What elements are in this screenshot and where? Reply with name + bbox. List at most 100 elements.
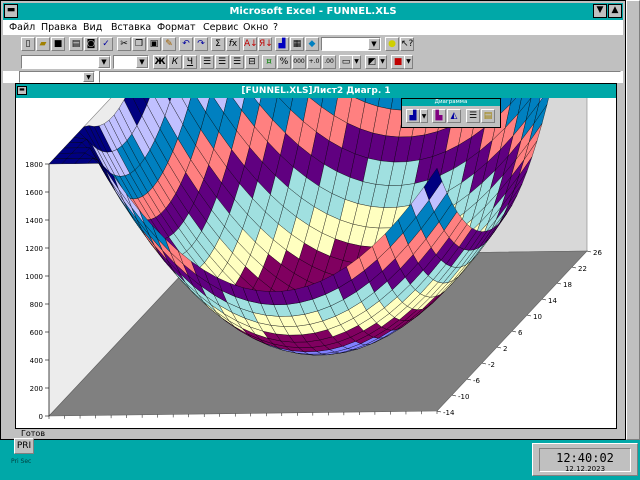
align-right-button[interactable]: ☰ <box>230 55 244 69</box>
chart-control-menu-icon[interactable]: ▬ <box>17 86 27 95</box>
y-axis-tick <box>511 330 517 333</box>
excel-window: ▬ Microsoft Excel - FUNNEL.XLS ▼ ▲ Файл … <box>0 0 626 440</box>
print-manager-icon[interactable]: PRI <box>14 438 34 454</box>
decrease-decimal-button[interactable]: .00 <box>322 55 336 69</box>
y-tick-label: 6 <box>518 329 523 337</box>
zoom-dropdown-icon[interactable]: ▼ <box>368 38 380 50</box>
y-axis-tick <box>481 362 487 365</box>
z-tick-label: 1200 <box>25 245 43 253</box>
z-tick-label: 1000 <box>25 273 43 281</box>
print-preview-button[interactable]: ◙ <box>84 37 98 51</box>
align-center-button[interactable]: ☰ <box>215 55 229 69</box>
save-button[interactable]: ■ <box>51 37 65 51</box>
function-wizard-button[interactable]: fx <box>226 37 240 51</box>
sort-descending-button[interactable]: Я↓ <box>258 37 273 51</box>
undo-icon: ↶ <box>182 39 190 49</box>
print-button[interactable]: ▤ <box>69 37 83 51</box>
maximize-button[interactable]: ▲ <box>608 4 622 18</box>
sort-ascending-button[interactable]: A↓ <box>243 37 258 51</box>
chart-window-titlebar[interactable]: ▬ [FUNNEL.XLS]Лист2 Диагр. 1 <box>16 84 616 98</box>
zoom-combo[interactable]: ▼ <box>321 37 381 51</box>
comma-button[interactable]: 000 <box>292 55 306 69</box>
underline-button[interactable]: Ч <box>183 55 197 69</box>
y-tick-label: -10 <box>458 393 469 401</box>
window-titlebar[interactable]: ▬ Microsoft Excel - FUNNEL.XLS ▼ ▲ <box>3 3 623 20</box>
chart-type-button[interactable]: ▟ <box>406 109 420 123</box>
chart-toolbar-title[interactable]: Диаграмма <box>402 99 500 106</box>
currency-button[interactable]: ¤ <box>262 55 276 69</box>
default-chart-button[interactable]: ▙ <box>432 109 446 123</box>
y-tick-label: 18 <box>563 281 572 289</box>
redo-button[interactable]: ↷ <box>194 37 208 51</box>
menu-bar: Файл Правка Вид Вставка Формат Сервис Ок… <box>3 20 623 35</box>
borders-dropdown[interactable]: ▼ <box>352 55 361 69</box>
sort-asc-icon: A↓ <box>244 39 258 49</box>
borders-dropdown-icon: ▼ <box>354 58 359 65</box>
menu-format[interactable]: Формат <box>157 22 196 33</box>
copy-button[interactable]: ❐ <box>132 37 146 51</box>
increase-decimal-button[interactable]: +.0 <box>307 55 321 69</box>
new-file-icon: ▯ <box>25 39 31 49</box>
clock-window[interactable]: 12:40:02 12.12.2023 <box>532 443 638 476</box>
help-pointer-icon: ↖? <box>401 39 414 49</box>
name-box[interactable]: ▼ <box>19 71 95 83</box>
italic-button[interactable]: К <box>168 55 182 69</box>
window-title: Microsoft Excel - FUNNEL.XLS <box>229 6 397 17</box>
cut-button[interactable]: ✂ <box>117 37 131 51</box>
chart-toolbar: Диаграмма ▟ ▼ ▙ ◭ ☰ ▤ <box>401 98 501 128</box>
y-axis-tick <box>556 282 562 285</box>
minimize-button[interactable]: ▼ <box>593 4 607 18</box>
surface-chart[interactable]: 020040060080010001200140016001800-14-10-… <box>16 0 616 429</box>
chart-plot-area[interactable]: 0 200 400 600 800 1000 1200 1400 1600 1800 -14 -10-… <box>16 0 616 429</box>
chart-type-dropdown[interactable]: ▼ <box>420 109 428 123</box>
menu-file[interactable]: Файл <box>9 22 35 33</box>
desktop-edge-panel <box>626 0 640 440</box>
paste-button[interactable]: ▣ <box>147 37 161 51</box>
font-color-dropdown[interactable]: ▼ <box>404 55 413 69</box>
help-button[interactable]: ↖? <box>400 37 414 51</box>
drawing-button[interactable]: ◆ <box>305 37 319 51</box>
menu-tools[interactable]: Сервис <box>203 22 239 33</box>
text-box-icon: ▦ <box>292 39 302 49</box>
undo-button[interactable]: ↶ <box>179 37 193 51</box>
menu-insert[interactable]: Вставка <box>111 22 151 33</box>
font-color-icon: ■ <box>393 57 403 67</box>
fill-color-dropdown[interactable]: ▼ <box>378 55 387 69</box>
text-box-button[interactable]: ▦ <box>290 37 304 51</box>
lightbulb-icon: ● <box>388 39 396 49</box>
size-dropdown-icon[interactable]: ▼ <box>136 56 148 68</box>
tip-wizard-button[interactable]: ● <box>385 37 399 51</box>
bold-button[interactable]: Ж <box>153 55 167 69</box>
menu-edit[interactable]: Правка <box>41 22 77 33</box>
z-tick-label: 1600 <box>25 189 43 197</box>
legend-button[interactable]: ▤ <box>481 109 495 123</box>
font-size-combo[interactable]: ▼ <box>113 55 149 69</box>
font-color-button[interactable]: ■ <box>391 55 405 69</box>
default-chart-icon: ▙ <box>435 111 443 121</box>
open-button[interactable]: ▰ <box>36 37 50 51</box>
format-painter-button[interactable]: ✎ <box>162 37 176 51</box>
system-menu-icon[interactable]: ▬ <box>4 4 18 18</box>
z-tick-label: 200 <box>30 385 43 393</box>
chart-wizard-small-button[interactable]: ◭ <box>447 109 461 123</box>
font-dropdown-icon[interactable]: ▼ <box>98 56 110 68</box>
menu-window[interactable]: Окно <box>243 22 268 33</box>
chart-wizard-button[interactable]: ▟ <box>275 37 289 51</box>
spelling-button[interactable]: ✓ <box>99 37 113 51</box>
autosum-button[interactable]: Σ <box>211 37 225 51</box>
y-axis-tick <box>571 266 577 269</box>
fill-color-button[interactable]: ◩ <box>365 55 379 69</box>
new-button[interactable]: ▯ <box>21 37 35 51</box>
font-name-combo[interactable]: ▼ <box>21 55 111 69</box>
center-across-button[interactable]: ⊟ <box>245 55 259 69</box>
name-box-dropdown-icon[interactable]: ▼ <box>83 72 94 82</box>
preview-icon: ◙ <box>86 39 96 49</box>
menu-help[interactable]: ? <box>273 22 278 33</box>
percent-button[interactable]: % <box>277 55 291 69</box>
gridlines-button[interactable]: ☰ <box>466 109 480 123</box>
formula-input[interactable] <box>99 71 621 83</box>
borders-button[interactable]: ▭ <box>339 55 353 69</box>
vertical-scrollbar[interactable] <box>617 83 625 429</box>
menu-view[interactable]: Вид <box>83 22 102 33</box>
align-left-button[interactable]: ☰ <box>200 55 214 69</box>
